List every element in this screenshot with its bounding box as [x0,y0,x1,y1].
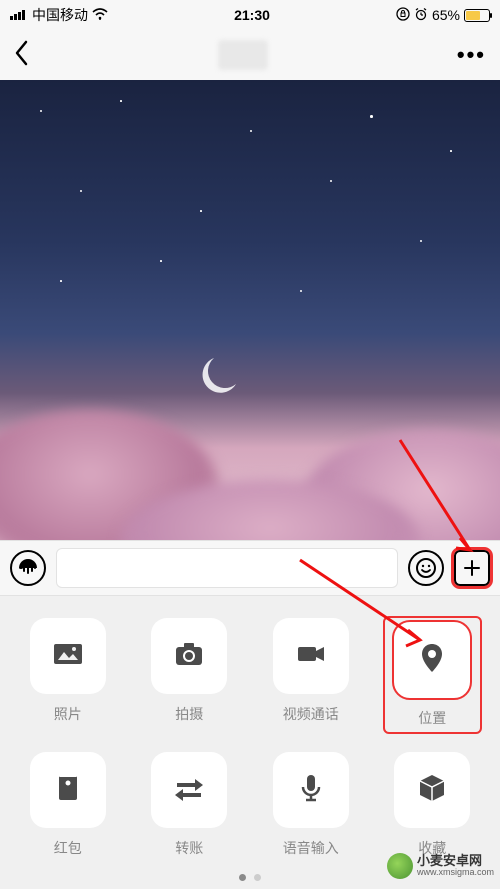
nav-bar: ••• [0,30,500,80]
back-button[interactable] [14,40,30,71]
attach-location[interactable]: 位置 [385,618,481,732]
location-pin-icon [414,640,450,681]
camera-icon [171,636,207,677]
message-input[interactable] [56,548,398,588]
watermark-name: 小麦安卓网 [417,854,494,868]
cube-icon [414,770,450,811]
attach-favorites[interactable]: 收藏 [385,752,481,858]
attach-transfer[interactable]: 转账 [142,752,238,858]
signal-icon [10,7,28,23]
attach-label: 视频通话 [283,704,339,724]
page-dot[interactable] [239,874,246,881]
attach-red-packet[interactable]: 红包 [20,752,116,858]
battery-percent: 65% [432,7,460,23]
orientation-lock-icon [396,7,410,24]
mic-icon [293,770,329,811]
chat-title-blurred [218,40,268,70]
transfer-icon [171,770,207,811]
carrier-label: 中国移动 [32,5,88,25]
attach-label: 拍摄 [175,704,203,724]
attach-voice-input[interactable]: 语音输入 [263,752,359,858]
voice-input-button[interactable] [10,550,46,586]
watermark-logo-icon [387,853,413,879]
attach-label: 转账 [175,838,203,858]
more-button[interactable]: ••• [457,42,486,68]
status-left: 中国移动 [10,5,108,25]
attach-camera[interactable]: 拍摄 [142,618,238,732]
attach-label: 照片 [54,704,82,724]
emoji-button[interactable] [408,550,444,586]
chat-background[interactable] [0,80,500,540]
video-icon [293,636,329,677]
attach-label: 语音输入 [283,838,339,858]
status-time: 21:30 [234,7,270,23]
attach-photo[interactable]: 照片 [20,618,116,732]
red-envelope-icon [50,770,86,811]
attach-video-call[interactable]: 视频通话 [263,618,359,732]
input-bar [0,540,500,596]
wifi-icon [92,7,108,23]
attachment-panel: 照片 拍摄 视频通话 位置 红包 转账 语音输入 [0,596,500,889]
photo-icon [50,636,86,677]
watermark: 小麦安卓网 www.xmsigma.com [387,853,494,879]
status-right: 65% [396,7,490,24]
watermark-url: www.xmsigma.com [417,868,494,878]
status-bar: 中国移动 21:30 65% [0,0,500,30]
alarm-icon [414,7,428,24]
attach-plus-button[interactable] [454,550,490,586]
attach-label: 红包 [54,838,82,858]
crescent-moon-icon [200,350,244,394]
battery-icon [464,9,490,22]
page-dot[interactable] [254,874,261,881]
attach-label: 位置 [418,708,446,728]
